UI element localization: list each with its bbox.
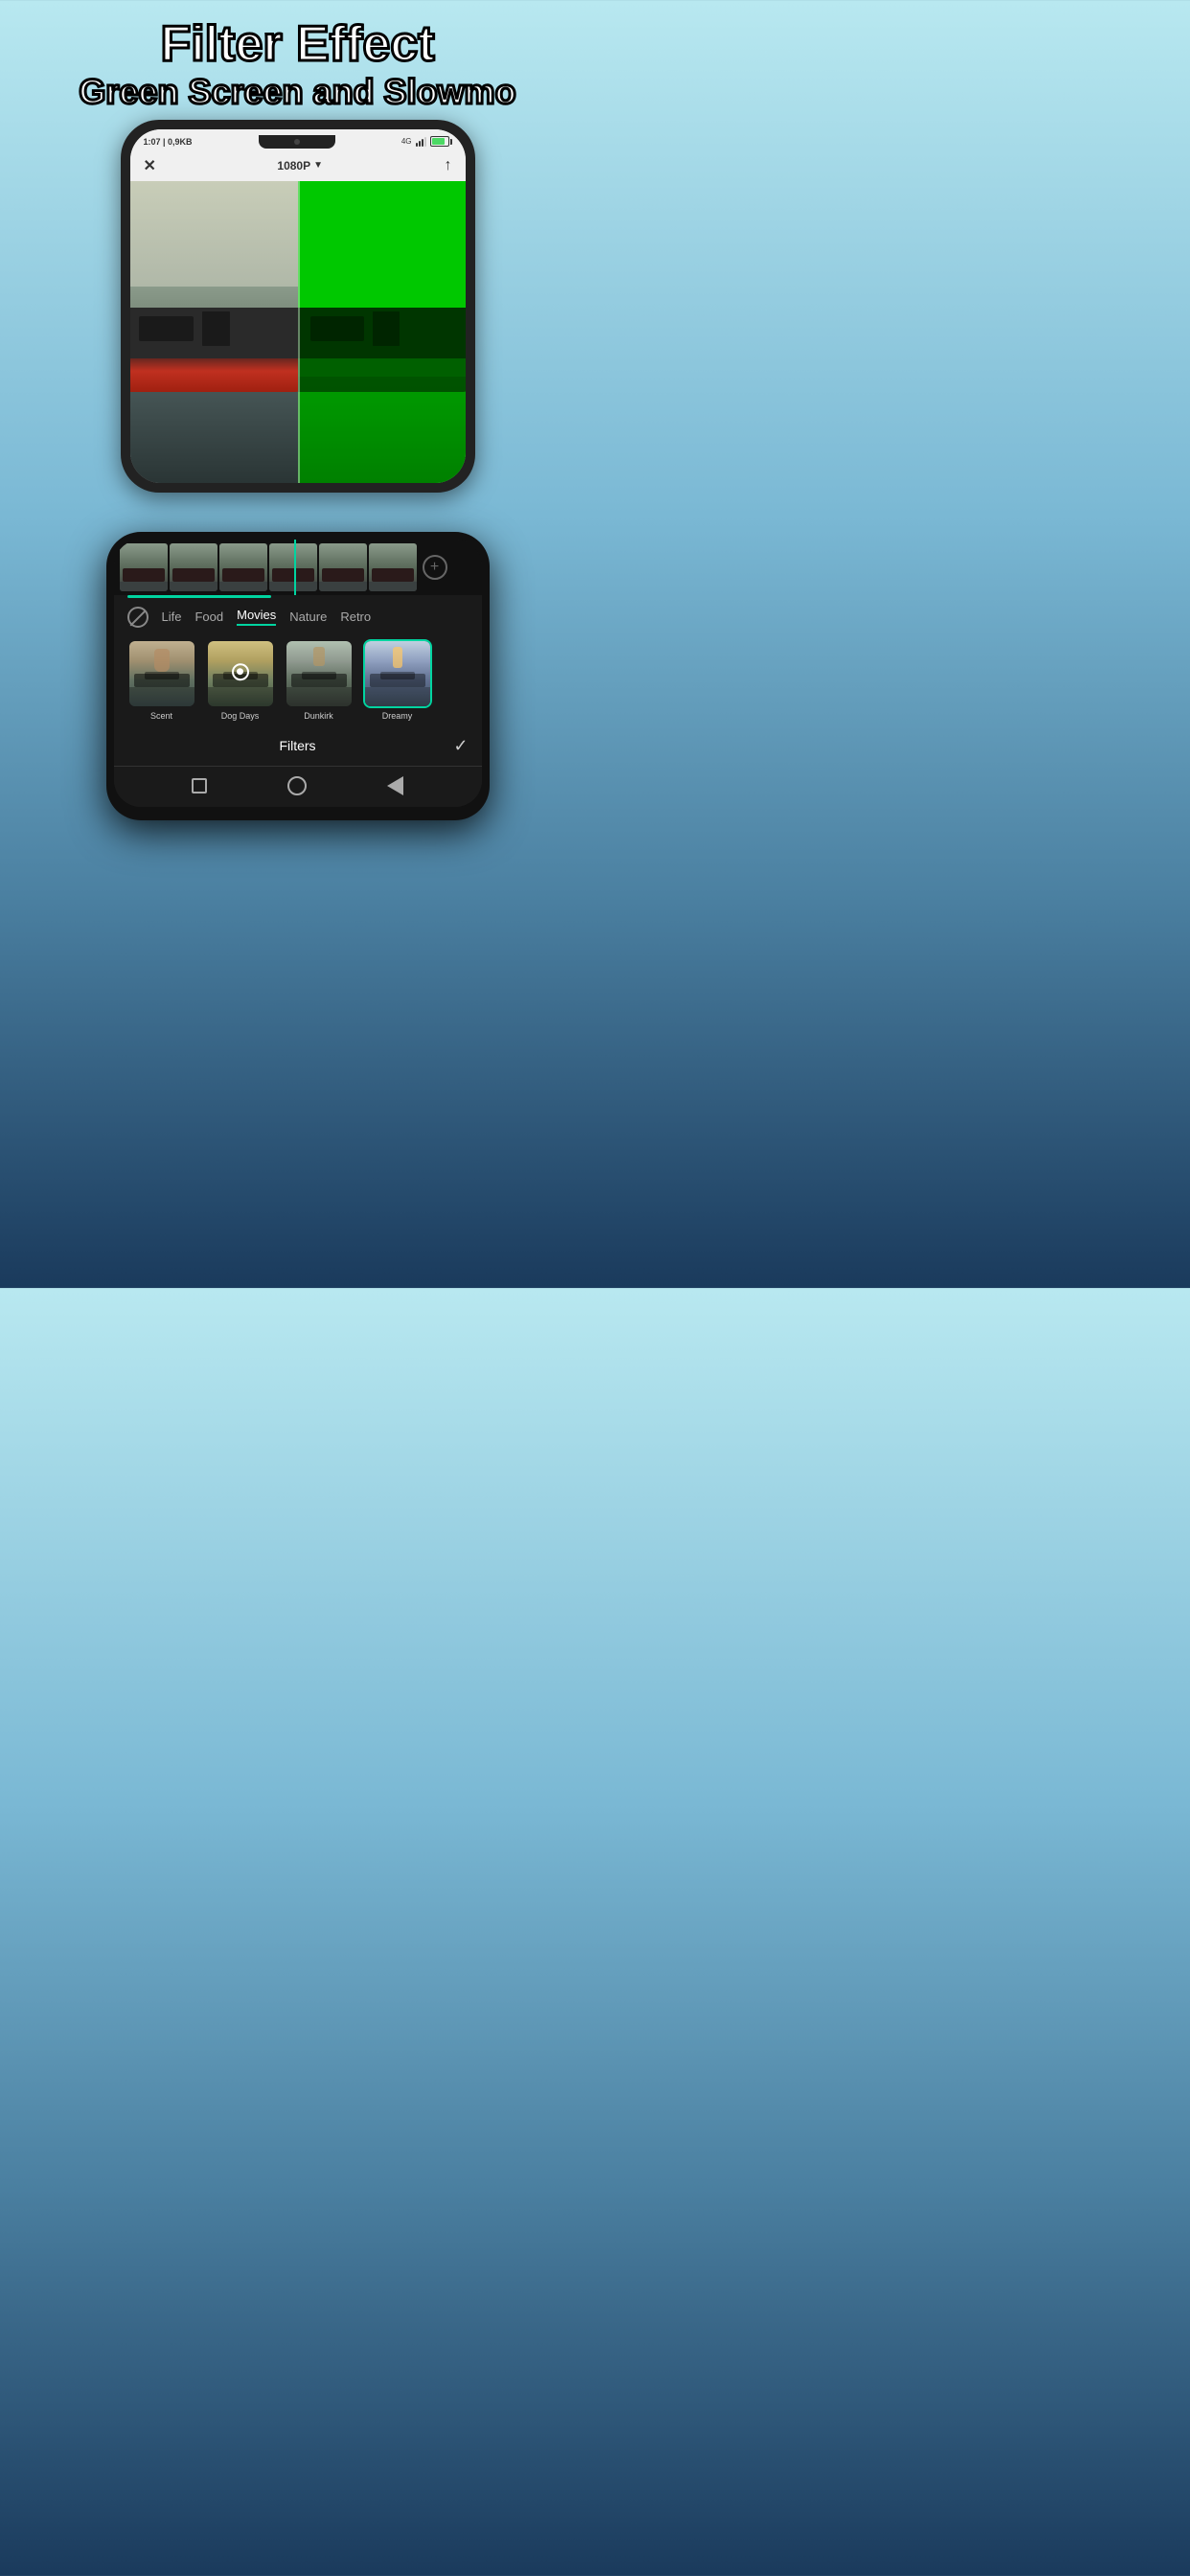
tab-food[interactable]: Food [195,610,223,624]
video-preview [130,181,466,483]
swatch-label-dunkirk: Dunkirk [285,711,354,721]
export-icon[interactable]: ↑ [444,157,451,174]
check-icon[interactable]: ✓ [440,736,469,756]
headline-line2: Green Screen and Slowmo [15,72,580,111]
signal-bars [416,137,426,147]
resolution-label: 1080P [277,159,310,172]
network-label: 4G [401,137,412,146]
phones-area: + Life Food Movies Nature Retro [0,120,595,1193]
filter-swatch-scent[interactable]: Scent [127,639,196,721]
top-phone-frame: 1:07 | 0,9KB 4G [121,120,475,493]
swatch-label-dogdays: Dog Days [206,711,275,721]
filter-swatch-dogdays[interactable]: Dog Days [206,639,275,721]
filter-swatch-dunkirk[interactable]: Dunkirk [285,639,354,721]
swatch-label-dreamy: Dreamy [363,711,432,721]
timeline-thumb [170,543,217,591]
timeline-add-button[interactable]: + [423,555,447,580]
notch-camera-area [259,135,335,149]
tab-movies[interactable]: Movies [237,608,276,626]
no-filter-icon[interactable] [127,607,149,628]
nav-back-button[interactable] [387,776,403,795]
filter-bottom-bar: Filters ✓ [114,730,482,766]
timeline-thumb [219,543,267,591]
timeline-thumb [319,543,367,591]
editor-toolbar: ✕ 1080P ▼ ↑ [130,152,466,181]
timeline-thumb [369,543,417,591]
bottom-phone-frame: + Life Food Movies Nature Retro [106,532,490,820]
status-right: 4G [401,136,452,147]
split-divider [298,181,300,483]
status-bar: 1:07 | 0,9KB 4G [130,129,466,152]
headline-line1: Filter Effect [15,17,580,72]
tab-nature[interactable]: Nature [289,610,327,624]
battery-display [430,136,452,147]
video-right-panel [298,181,466,483]
chevron-down-icon: ▼ [313,160,323,171]
android-nav-bar [114,766,482,807]
swatch-label-scent: Scent [127,711,196,721]
nav-circle-button[interactable] [287,776,307,795]
tab-retro[interactable]: Retro [340,610,371,624]
resolution-button[interactable]: 1080P ▼ [277,159,323,172]
status-time: 1:07 | 0,9KB [144,137,193,147]
filters-label: Filters [156,738,440,753]
timeline-thumb [120,543,168,591]
timeline-thumb [269,543,317,591]
filter-tabs-row: Life Food Movies Nature Retro [114,599,482,633]
timeline-playhead [294,540,296,595]
headline-section: Filter Effect Green Screen and Slowmo [0,0,595,120]
filter-swatches: Scent [114,633,482,730]
tab-life[interactable]: Life [162,610,182,624]
filter-swatch-dreamy[interactable]: Dreamy [363,639,432,721]
timeline-strip: + [114,540,482,595]
nav-square-button[interactable] [192,778,207,794]
close-button[interactable]: ✕ [144,156,156,175]
video-left-panel [130,181,298,483]
